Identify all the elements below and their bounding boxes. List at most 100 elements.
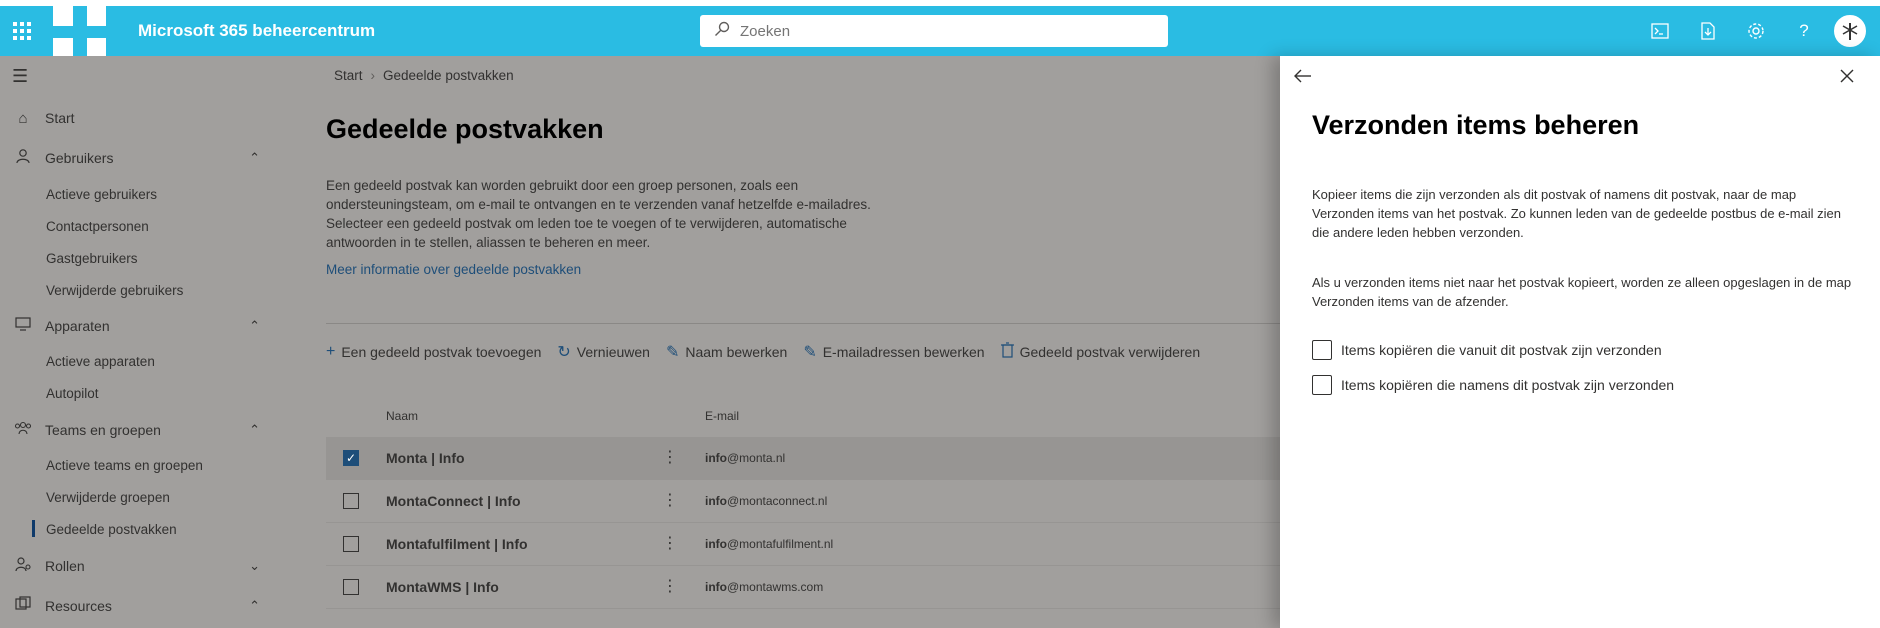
- home-icon: ⌂: [18, 109, 28, 127]
- table-row[interactable]: MontaWMS | Info ⋮ info@montawms.com: [326, 566, 1280, 609]
- nav-label: Rollen: [45, 558, 85, 574]
- nav-label: Teams en groepen: [45, 422, 161, 438]
- more-actions-icon[interactable]: ⋮: [662, 533, 678, 553]
- breadcrumb-chevron-icon: ›: [370, 68, 376, 83]
- delete-shared-mailbox-button[interactable]: Gedeeld postvak verwijderen: [1000, 341, 1201, 363]
- edit-name-button[interactable]: ✎ Naam bewerken: [666, 342, 787, 362]
- chevron-up-icon: ⌃: [249, 150, 260, 165]
- nav-sub-guest-users[interactable]: Gastgebruikers: [46, 243, 138, 273]
- column-header-email[interactable]: E-mail: [705, 409, 739, 423]
- button-label: Gedeeld postvak verwijderen: [1019, 344, 1201, 360]
- command-bar: + Een gedeeld postvak toevoegen ↻ Vernie…: [326, 336, 1216, 368]
- close-icon[interactable]: [1840, 66, 1854, 89]
- mailbox-email: info@montaconnect.nl: [705, 494, 828, 508]
- nav-sub-active-users[interactable]: Actieve gebruikers: [46, 179, 157, 209]
- more-actions-icon[interactable]: ⋮: [662, 490, 678, 510]
- nav-sub-deleted-groups[interactable]: Verwijderde groepen: [46, 482, 170, 512]
- chevron-down-icon: ⌄: [249, 558, 260, 573]
- teams-icon: [12, 421, 34, 439]
- option-label: Items kopiëren die namens dit postvak zi…: [1341, 377, 1675, 393]
- manage-sent-items-panel: Verzonden items beheren Kopieer items di…: [1280, 56, 1880, 628]
- settings-gear-icon[interactable]: [1732, 6, 1780, 56]
- breadcrumb-home[interactable]: Start: [334, 68, 363, 83]
- main-content: Start › Gedeelde postvakken Gedeelde postv…: [278, 56, 1280, 628]
- download-doc-icon[interactable]: [1684, 6, 1732, 56]
- option-label: Items kopiëren die vanuit dit postvak zi…: [1341, 342, 1662, 358]
- row-checkbox[interactable]: [343, 579, 359, 595]
- nav-label: Apparaten: [45, 318, 110, 334]
- mailbox-name[interactable]: Monta | Info: [386, 450, 465, 466]
- plus-icon: +: [326, 343, 336, 360]
- devices-icon: [12, 317, 34, 335]
- mailbox-name[interactable]: Montafulfilment | Info: [386, 536, 528, 552]
- search-icon: [714, 21, 730, 42]
- avatar[interactable]: [1834, 15, 1866, 47]
- nav-item-resources[interactable]: Resources ⌃: [0, 590, 278, 622]
- row-checkbox[interactable]: [343, 536, 359, 552]
- column-header-name[interactable]: Naam: [386, 409, 418, 423]
- left-nav: ☰ ⌂ Start Gebruikers ⌃ Actieve gebruiker…: [0, 56, 278, 628]
- trash-icon: [1000, 341, 1014, 363]
- breadcrumb: Start › Gedeelde postvakken: [334, 68, 514, 83]
- chevron-up-icon: ⌃: [249, 422, 260, 437]
- top-bar: Microsoft 365 beheercentrum ?: [0, 0, 1880, 56]
- nav-sub-active-devices[interactable]: Actieve apparaten: [46, 346, 155, 376]
- nav-sub-contacts[interactable]: Contactpersonen: [46, 211, 149, 241]
- help-icon[interactable]: ?: [1780, 6, 1828, 56]
- table-row[interactable]: Montafulfilment | Info ⋮ info@montafulfi…: [326, 523, 1280, 566]
- nav-sub-deleted-users[interactable]: Verwijderde gebruikers: [46, 275, 183, 305]
- terminal-icon[interactable]: [1636, 6, 1684, 56]
- button-label: Naam bewerken: [685, 344, 788, 360]
- roles-icon: [12, 556, 34, 576]
- copy-sent-on-behalf-option[interactable]: Items kopiëren die namens dit postvak zi…: [1312, 375, 1674, 395]
- button-label: E-mailadressen bewerken: [822, 344, 985, 360]
- table-row[interactable]: MontaConnect | Info ⋮ info@montaconnect.…: [326, 480, 1280, 523]
- app-launcher-icon[interactable]: [0, 6, 44, 56]
- mailbox-name[interactable]: MontaWMS | Info: [386, 579, 499, 595]
- copy-sent-on-behalf-checkbox[interactable]: [1312, 375, 1332, 395]
- panel-title: Verzonden items beheren: [1312, 110, 1640, 140]
- app-title[interactable]: Microsoft 365 beheercentrum: [138, 21, 375, 41]
- edit-email-addresses-button[interactable]: ✎ E-mailadressen bewerken: [803, 342, 984, 362]
- more-actions-icon[interactable]: ⋮: [662, 447, 678, 467]
- more-actions-icon[interactable]: ⋮: [662, 576, 678, 596]
- nav-item-teams-groups[interactable]: Teams en groepen ⌃: [0, 414, 278, 446]
- chevron-up-icon: ⌃: [249, 598, 260, 613]
- mailbox-email: info@montafulfilment.nl: [705, 537, 834, 551]
- nav-sub-active-teams[interactable]: Actieve teams en groepen: [46, 450, 203, 480]
- hamburger-menu-icon[interactable]: ☰: [12, 66, 28, 87]
- panel-description: Kopieer items die zijn verzonden als dit…: [1312, 187, 1842, 240]
- nav-sub-shared-mailboxes[interactable]: Gedeelde postvakken: [32, 514, 177, 544]
- mailbox-name[interactable]: MontaConnect | Info: [386, 493, 521, 509]
- brand-logo: [53, 6, 106, 56]
- page-description: Een gedeeld postvak kan worden gebruikt …: [326, 178, 871, 250]
- resources-icon: [12, 596, 34, 616]
- page-title: Gedeelde postvakken: [326, 114, 604, 144]
- button-label: Vernieuwen: [576, 344, 650, 360]
- copy-sent-as-checkbox[interactable]: [1312, 340, 1332, 360]
- pencil-icon: ✎: [665, 344, 680, 361]
- mailbox-email: info@montawms.com: [705, 580, 824, 594]
- divider: [326, 323, 1280, 324]
- table-row[interactable]: ✓ Monta | Info ⋮ info@monta.nl: [326, 437, 1280, 480]
- refresh-icon: ↻: [557, 344, 571, 361]
- refresh-button[interactable]: ↻ Vernieuwen: [557, 342, 650, 362]
- back-arrow-icon[interactable]: [1294, 66, 1312, 89]
- add-shared-mailbox-button[interactable]: + Een gedeeld postvak toevoegen: [326, 343, 541, 361]
- nav-label: Gebruikers: [45, 150, 114, 166]
- person-icon: [12, 148, 34, 168]
- chevron-up-icon: ⌃: [249, 318, 260, 333]
- row-checkbox[interactable]: ✓: [343, 450, 359, 466]
- pencil-icon: ✎: [803, 344, 817, 361]
- nav-item-users[interactable]: Gebruikers ⌃: [0, 142, 278, 174]
- search-box[interactable]: [700, 15, 1168, 47]
- row-checkbox[interactable]: [343, 493, 359, 509]
- nav-item-roles[interactable]: Rollen ⌄: [0, 550, 278, 582]
- nav-item-start[interactable]: ⌂ Start: [0, 102, 278, 134]
- copy-sent-as-option[interactable]: Items kopiëren die vanuit dit postvak zi…: [1312, 340, 1662, 360]
- search-input[interactable]: [740, 22, 1120, 40]
- panel-note: Als u verzonden items niet naar het post…: [1312, 275, 1852, 309]
- nav-item-devices[interactable]: Apparaten ⌃: [0, 310, 278, 342]
- learn-more-link[interactable]: Meer informatie over gedeelde postvakken: [326, 262, 581, 277]
- nav-sub-autopilot[interactable]: Autopilot: [46, 378, 99, 408]
